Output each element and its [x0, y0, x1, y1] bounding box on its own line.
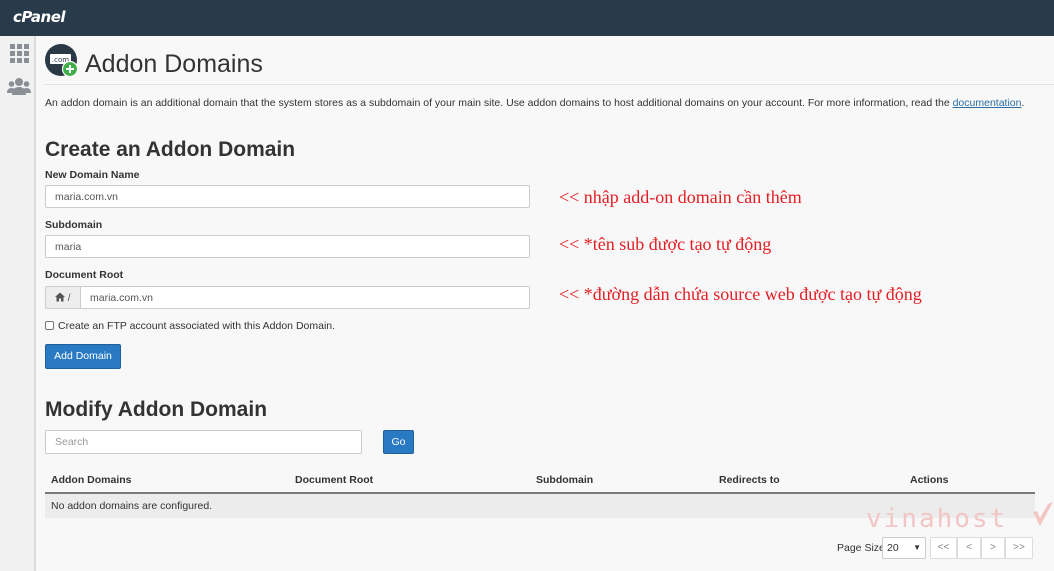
new-domain-annotation: << nhập add-on domain cần thêm	[559, 187, 802, 207]
search-input[interactable]: Search	[45, 430, 362, 454]
go-button[interactable]: Go	[383, 430, 414, 454]
subdomain-input[interactable]: maria	[45, 235, 530, 258]
previous-page-button[interactable]: <	[957, 537, 981, 559]
subdomain-annotation: << *tên sub được tạo tự động	[559, 234, 772, 254]
chevron-down-icon: ▼	[913, 543, 921, 552]
modify-section-title: Modify Addon Domain	[45, 398, 268, 421]
column-header-document-root[interactable]: Document Root	[295, 474, 373, 486]
column-header-subdomain[interactable]: Subdomain	[536, 474, 593, 486]
new-domain-input[interactable]: maria.com.vn	[45, 185, 530, 208]
watermark-check-icon	[1033, 502, 1053, 526]
side-navigation	[0, 36, 36, 571]
page-title: Addon Domains	[85, 50, 263, 78]
page-description: An addon domain is an additional domain …	[45, 97, 1024, 109]
first-page-button[interactable]: <<	[930, 537, 957, 559]
page-size-label: Page Size	[837, 542, 885, 554]
column-header-addon-domains[interactable]: Addon Domains	[51, 474, 132, 486]
documentation-link[interactable]: documentation	[953, 97, 1022, 109]
ftp-account-checkbox[interactable]	[45, 321, 54, 330]
header-divider	[45, 84, 1054, 85]
subdomain-label: Subdomain	[45, 219, 103, 231]
new-domain-label: New Domain Name	[45, 169, 140, 181]
grid-icon[interactable]	[10, 44, 29, 63]
document-root-annotation: << *đường dẫn chứa source web được tạo t…	[559, 284, 922, 304]
add-domain-button[interactable]: Add Domain	[45, 344, 121, 369]
document-root-label: Document Root	[45, 269, 124, 281]
document-root-prefix: /	[45, 286, 81, 309]
ftp-account-option: Create an FTP account associated with th…	[45, 320, 335, 332]
vinahost-watermark: vinahost	[866, 504, 1008, 534]
last-page-button[interactable]: >>	[1005, 537, 1033, 559]
column-header-actions: Actions	[910, 474, 949, 486]
description-suffix: .	[1021, 97, 1025, 109]
next-page-button[interactable]: >	[981, 537, 1005, 559]
ftp-account-label[interactable]: Create an FTP account associated with th…	[58, 320, 335, 332]
users-icon[interactable]	[7, 76, 31, 96]
addon-domain-icon: .com	[45, 44, 79, 78]
create-section-title: Create an Addon Domain	[45, 138, 296, 161]
column-header-redirects-to[interactable]: Redirects to	[719, 474, 780, 486]
document-root-prefix-text: /	[67, 293, 71, 304]
document-root-input[interactable]: maria.com.vn	[80, 286, 530, 309]
home-icon	[55, 292, 65, 302]
top-navbar: cPanel	[0, 0, 1054, 36]
description-text: An addon domain is an additional domain …	[45, 97, 953, 109]
page-size-select[interactable]: 20 ▼	[882, 537, 926, 559]
main-content: .com Addon Domains An addon domain is an…	[36, 36, 1054, 571]
page-size-value: 20	[887, 542, 899, 554]
cpanel-logo[interactable]: cPanel	[13, 8, 66, 26]
